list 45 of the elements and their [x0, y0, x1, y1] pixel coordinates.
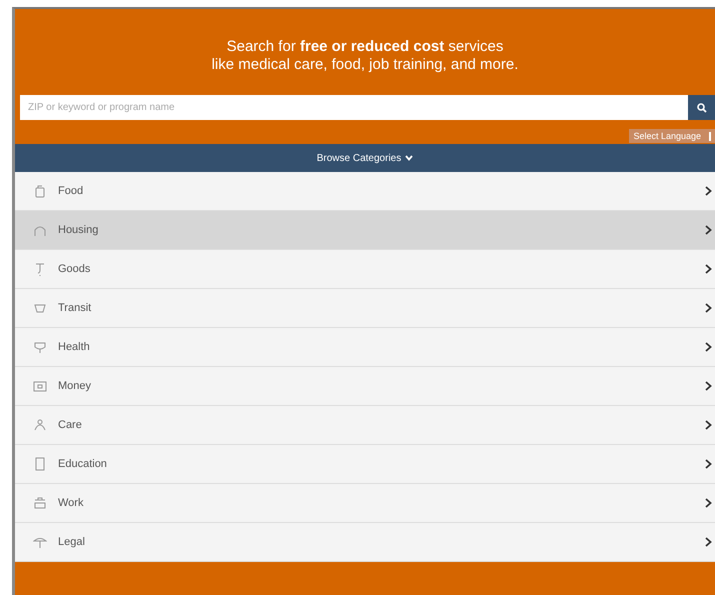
cup-icon	[33, 340, 47, 354]
chevron-right-icon	[705, 342, 712, 352]
tagline-text: Search for free or reduced cost services	[226, 38, 504, 56]
category-label: Money	[58, 380, 92, 392]
search-button[interactable]	[688, 95, 715, 120]
category-item[interactable]: Care	[15, 406, 715, 445]
category-item[interactable]: Goods	[15, 250, 715, 289]
tagline-text: like medical care, food, job training, and more.	[210, 56, 520, 74]
chevron-down-icon	[405, 155, 414, 161]
hook-icon	[33, 262, 47, 276]
jar-icon	[33, 184, 47, 198]
category-label: Legal	[58, 536, 86, 548]
chevron-right-icon	[705, 381, 712, 391]
category-label: Work	[58, 497, 84, 509]
chevron-right-icon	[705, 303, 712, 313]
category-item[interactable]: Transit	[15, 289, 715, 328]
category-item[interactable]: Health	[15, 328, 715, 367]
category-item[interactable]: Money	[15, 367, 715, 406]
chevron-right-icon	[705, 498, 712, 508]
category-label: Care	[58, 419, 83, 431]
category-label: Education	[58, 458, 108, 470]
category-item[interactable]: Education	[15, 445, 715, 484]
category-label: Transit	[58, 302, 92, 314]
chevron-right-icon	[705, 225, 712, 235]
chevron-right-icon	[705, 537, 712, 547]
category-item[interactable]: Legal	[15, 523, 715, 562]
book-icon	[33, 457, 47, 471]
category-item[interactable]: Food	[15, 172, 715, 211]
chevron-right-icon	[705, 186, 712, 196]
chevron-right-icon	[705, 420, 712, 430]
chevron-right-icon	[705, 459, 712, 469]
category-item[interactable]: Housing	[15, 211, 715, 250]
category-label: Housing	[58, 224, 100, 236]
category-item[interactable]: Work	[15, 484, 715, 523]
browse-categories-toggle[interactable]: Browse Categories	[15, 144, 715, 172]
person-icon	[33, 418, 47, 432]
category-label: Food	[58, 185, 84, 197]
chevron-right-icon	[705, 264, 712, 274]
search-icon	[696, 102, 706, 112]
category-label: Health	[58, 341, 91, 353]
category-label: Goods	[58, 263, 92, 275]
umbrella-icon	[33, 535, 47, 549]
briefcase-icon	[33, 496, 47, 510]
search-field[interactable]: ZIP or keyword or program name	[20, 95, 688, 120]
banknote-icon	[33, 379, 47, 393]
